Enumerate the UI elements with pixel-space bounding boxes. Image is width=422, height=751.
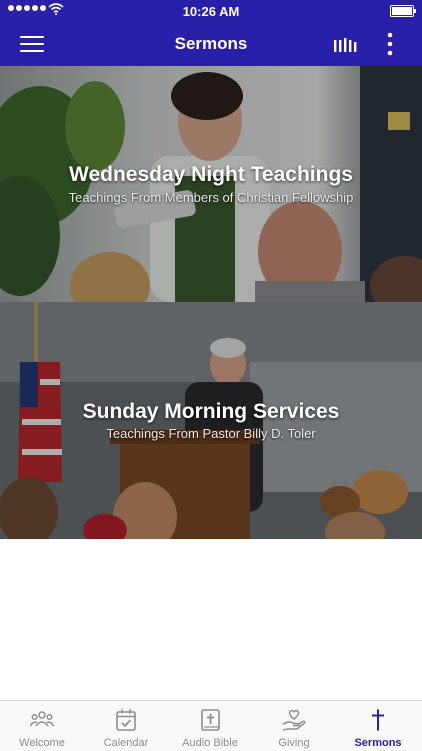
wednesday-teachings-card[interactable]: Wednesday Night Teachings Teachings From… <box>0 66 422 302</box>
people-icon <box>30 711 54 727</box>
battery-icon <box>390 5 416 17</box>
card-title: Wednesday Night Teachings <box>69 163 353 186</box>
tab-sermons[interactable]: Sermons <box>336 701 420 751</box>
tab-bar: Welcome Calendar Audio Bible Giving Serm… <box>0 700 422 751</box>
status-bar: 10:26 AM <box>0 0 422 22</box>
card-title: Sunday Morning Services <box>82 400 340 423</box>
tab-audio-bible[interactable]: Audio Bible <box>168 701 252 751</box>
hand-heart-icon <box>282 709 306 731</box>
tab-label: Sermons <box>354 737 402 749</box>
sunday-services-card[interactable]: Sunday Morning Services Teachings From P… <box>0 302 422 539</box>
tab-label: Welcome <box>19 737 65 749</box>
calendar-check-icon <box>116 709 136 731</box>
tab-giving[interactable]: Giving <box>252 701 336 751</box>
tab-label: Giving <box>278 737 310 749</box>
tab-label: Audio Bible <box>182 737 238 749</box>
card-subtitle: Teachings From Members of Christian Fell… <box>68 190 354 205</box>
status-time: 10:26 AM <box>182 4 240 19</box>
card-subtitle: Teachings From Pastor Billy D. Toler <box>106 426 316 441</box>
bible-icon <box>201 709 220 731</box>
more-options-icon[interactable] <box>380 32 400 56</box>
tab-label: Calendar <box>103 737 149 749</box>
tab-welcome[interactable]: Welcome <box>0 701 84 751</box>
audio-bars-icon[interactable] <box>333 34 357 54</box>
cross-icon <box>372 709 384 731</box>
nav-bar: Sermons <box>0 22 422 66</box>
page-title: Sermons <box>174 34 248 53</box>
tab-calendar[interactable]: Calendar <box>84 701 168 751</box>
